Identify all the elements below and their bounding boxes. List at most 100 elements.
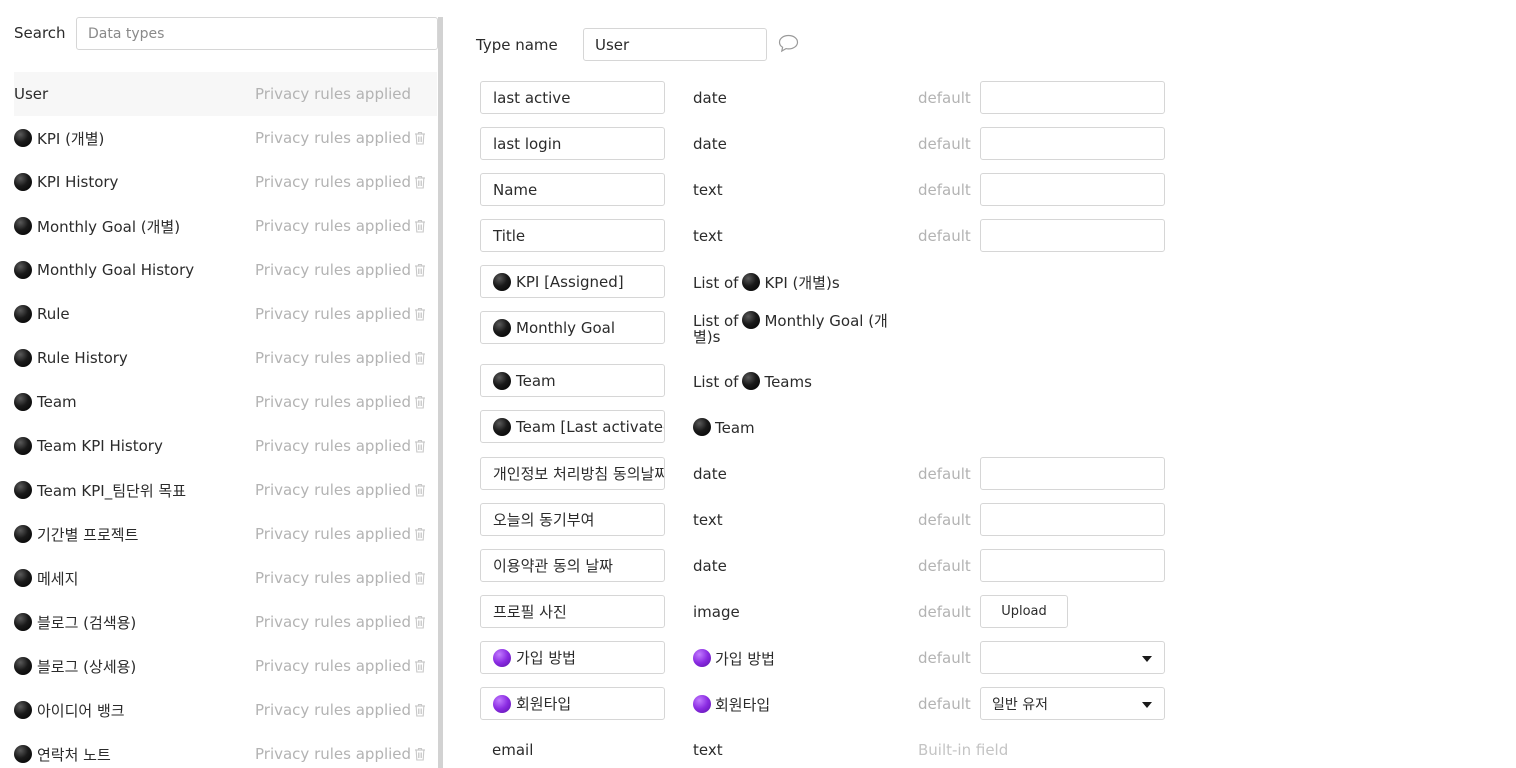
field-type-text: image [693, 602, 740, 621]
comment-icon[interactable] [778, 34, 799, 53]
trash-icon[interactable] [414, 395, 426, 409]
trash-icon[interactable] [414, 307, 426, 321]
trash-icon[interactable] [414, 527, 426, 541]
caret-down-icon [1142, 656, 1152, 662]
privacy-status: Privacy rules applied [255, 305, 412, 323]
data-type-label: 메세지 [37, 569, 79, 588]
trash-icon[interactable] [414, 747, 426, 761]
field-type-text: Team [715, 418, 755, 437]
field-name-text: Monthly Goal [516, 318, 615, 337]
default-value-input[interactable] [980, 127, 1165, 160]
data-type-row[interactable]: 메세지 Privacy rules applied [14, 556, 437, 600]
data-type-row[interactable]: Team Privacy rules applied [14, 380, 437, 424]
field-type-content: Team [693, 417, 755, 437]
data-type-row[interactable]: KPI History Privacy rules applied [14, 160, 437, 204]
trash-icon[interactable] [414, 351, 426, 365]
data-type-row[interactable]: 연락처 노트 Privacy rules applied [14, 732, 437, 768]
field-type: 회원타입 [693, 687, 893, 720]
data-type-row[interactable]: KPI (개별) Privacy rules applied [14, 116, 437, 160]
field-type-text: Teams [764, 372, 812, 391]
default-value-dropdown[interactable]: 일반 유저 [980, 687, 1165, 720]
data-type-row[interactable]: Team KPI_팀단위 목표 Privacy rules applied [14, 468, 437, 512]
data-type-icon [14, 701, 32, 719]
privacy-status: Privacy rules applied [255, 129, 412, 147]
data-type-row[interactable]: Team KPI History Privacy rules applied [14, 424, 437, 468]
data-type-row[interactable]: Rule History Privacy rules applied [14, 336, 437, 380]
trash-icon[interactable] [414, 483, 426, 497]
upload-button[interactable]: Upload [980, 595, 1068, 628]
data-type-icon [493, 371, 511, 390]
field-row: 회원타입 회원타입 default 일반 유저 [480, 687, 1180, 721]
trash-icon[interactable] [414, 175, 426, 189]
field-type-text: 가입 방법 [715, 649, 775, 668]
data-type-name: User [14, 85, 48, 103]
default-value-input[interactable] [980, 219, 1165, 252]
type-name-input[interactable]: User [583, 28, 767, 61]
data-type-row[interactable]: 블로그 (검색용) Privacy rules applied [14, 600, 437, 644]
trash-icon[interactable] [414, 131, 426, 145]
field-name-input[interactable]: last login [480, 127, 665, 160]
field-name-text: 프로필 사진 [493, 603, 567, 621]
field-name-input[interactable]: Title [480, 219, 665, 252]
field-name-text: 가입 방법 [516, 649, 576, 667]
field-type: Team [693, 410, 893, 443]
field-type: List of KPI (개별)s [693, 265, 893, 298]
default-label: default [918, 510, 971, 529]
data-type-icon [14, 393, 32, 411]
field-type-text: KPI (개별)s [764, 273, 840, 292]
trash-icon[interactable] [414, 439, 426, 453]
field-name-input[interactable]: KPI [Assigned] [480, 265, 665, 298]
data-type-name: 아이디어 뱅크 [14, 700, 125, 721]
default-value-dropdown[interactable] [980, 641, 1165, 674]
data-type-row[interactable]: Rule Privacy rules applied [14, 292, 437, 336]
data-type-name: 블로그 (검색용) [14, 612, 136, 633]
field-type-content: text [693, 228, 723, 244]
trash-icon[interactable] [414, 263, 426, 277]
data-type-icon [493, 318, 511, 337]
pane-splitter[interactable] [438, 17, 443, 768]
field-name-input[interactable]: 가입 방법 [480, 641, 665, 674]
data-type-row[interactable]: User Privacy rules applied [14, 72, 437, 116]
data-type-row[interactable]: Monthly Goal History Privacy rules applie… [14, 248, 437, 292]
field-name-text: Title [493, 226, 526, 245]
search-input[interactable] [76, 17, 438, 50]
field-name-input[interactable]: Team [480, 364, 665, 397]
data-type-label: KPI History [37, 173, 119, 191]
data-type-row[interactable]: 블로그 (상세용) Privacy rules applied [14, 644, 437, 688]
field-name-input[interactable]: 회원타입 [480, 687, 665, 720]
privacy-status: Privacy rules applied [255, 437, 412, 455]
field-name-input[interactable]: 프로필 사진 [480, 595, 665, 628]
data-type-label: User [14, 85, 49, 103]
data-type-row[interactable]: 아이디어 뱅크 Privacy rules applied [14, 688, 437, 732]
field-name-input[interactable]: 이용약관 동의 날짜 [480, 549, 665, 582]
field-type-text: 회원타입 [715, 695, 771, 714]
trash-icon[interactable] [414, 219, 426, 233]
field-name-input[interactable]: Monthly Goal [480, 311, 665, 344]
field-name-input[interactable]: Team [Last activated [480, 410, 665, 443]
default-value-input[interactable] [980, 503, 1165, 536]
data-type-name: KPI History [14, 173, 118, 191]
field-name-input[interactable]: 개인정보 처리방침 동의날짜 [480, 457, 665, 490]
field-type: text [693, 219, 893, 252]
default-value-input[interactable] [980, 81, 1165, 114]
field-type-content: List of Monthly Goal (개별)s [693, 310, 893, 345]
data-type-row[interactable]: 기간별 프로젝트 Privacy rules applied [14, 512, 437, 556]
field-name-input[interactable]: last active [480, 81, 665, 114]
field-name-input[interactable]: Name [480, 173, 665, 206]
field-name-input[interactable]: 오늘의 동기부여 [480, 503, 665, 536]
trash-icon[interactable] [414, 615, 426, 629]
default-value-input[interactable] [980, 457, 1165, 490]
default-value-input[interactable] [980, 173, 1165, 206]
privacy-status: Privacy rules applied [255, 745, 412, 763]
data-type-row[interactable]: Monthly Goal (개별) Privacy rules applied [14, 204, 437, 248]
default-value-input[interactable] [980, 549, 1165, 582]
trash-icon[interactable] [414, 659, 426, 673]
field-name-text: KPI [Assigned] [516, 272, 624, 291]
data-type-icon [14, 261, 32, 279]
field-row: Name text default [480, 173, 1180, 207]
data-type-icon [14, 657, 32, 675]
trash-icon[interactable] [414, 703, 426, 717]
field-row: 오늘의 동기부여 text default [480, 503, 1180, 537]
trash-icon[interactable] [414, 571, 426, 585]
field-type-content: List of Teams [693, 371, 812, 391]
